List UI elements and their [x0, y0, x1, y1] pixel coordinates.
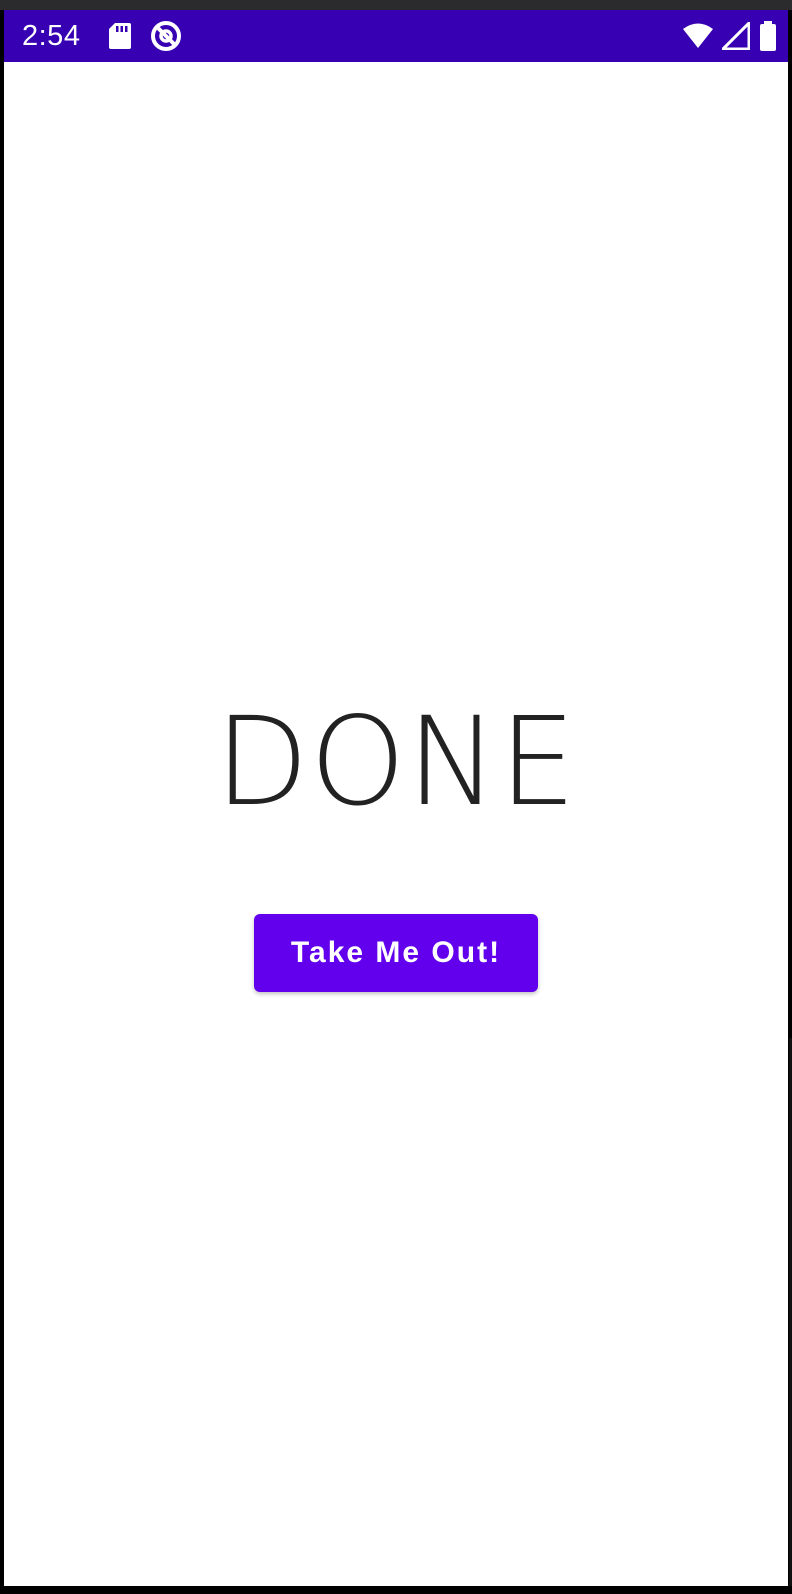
- status-time: 2:54: [22, 20, 81, 52]
- status-bar: 2:54: [4, 10, 788, 62]
- status-right-icons: [682, 20, 778, 52]
- window-top-edge: [0, 0, 792, 10]
- sd-card-icon: [108, 22, 132, 50]
- status-left-icons: [108, 20, 182, 52]
- window-bottom-edge: [0, 1586, 792, 1594]
- do-not-disturb-icon: [150, 20, 182, 52]
- take-me-out-button[interactable]: Take Me Out!: [254, 914, 538, 992]
- app-screen: DONE Take Me Out!: [4, 62, 788, 1586]
- battery-icon: [758, 20, 778, 52]
- cellular-signal-icon: [722, 22, 750, 50]
- done-title: DONE: [214, 691, 578, 833]
- wifi-icon: [682, 22, 714, 50]
